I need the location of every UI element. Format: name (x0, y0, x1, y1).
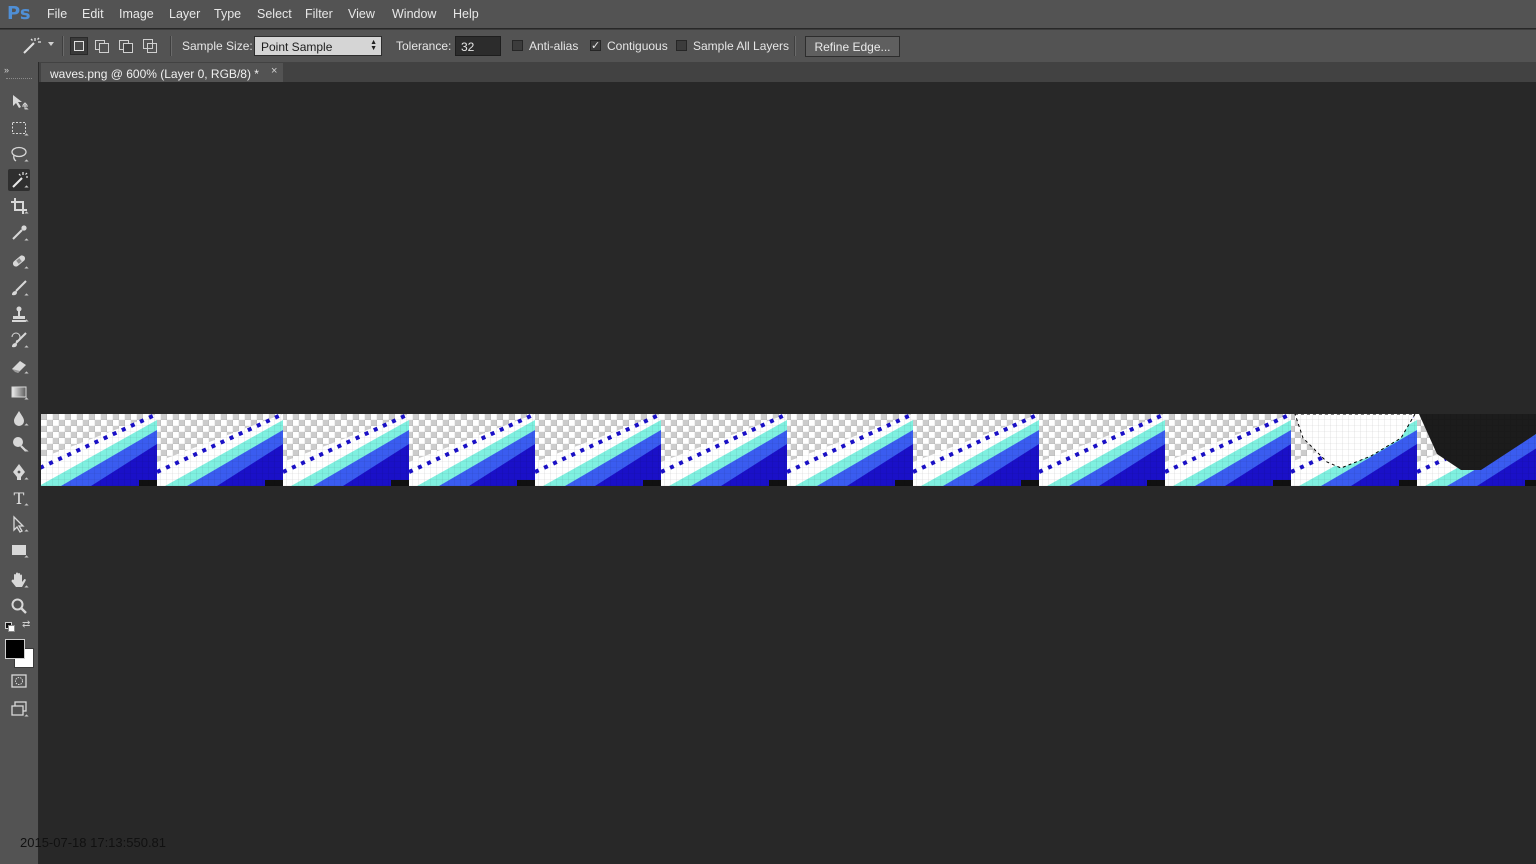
select-arrows-icon: ▲ ▼ (370, 39, 377, 52)
menu-help[interactable]: Help (453, 7, 479, 21)
screen-mode-button[interactable] (8, 698, 30, 720)
tolerance-input[interactable]: 32 (455, 36, 501, 56)
menu-select[interactable]: Select (257, 7, 292, 21)
path-selection-tool[interactable] (8, 513, 30, 535)
magic-wand-tool[interactable] (8, 169, 30, 191)
zoom-tool[interactable] (8, 595, 30, 617)
zoom-icon (11, 598, 27, 614)
rectangle-tool[interactable] (8, 539, 30, 561)
type-icon: T (13, 488, 25, 508)
tolerance-label: Tolerance: (396, 39, 452, 53)
anti-alias-label: Anti-alias (529, 39, 579, 53)
magic-wand-icon (23, 37, 41, 54)
sample-size-value: Point Sample (261, 40, 333, 54)
quick-mask-button[interactable] (8, 670, 30, 692)
tools-panel: » T ⇄ (0, 62, 39, 864)
blur-tool[interactable] (8, 407, 30, 429)
contiguous-checkbox[interactable]: ✓ (590, 40, 601, 52)
menu-edit[interactable]: Edit (82, 7, 104, 21)
contiguous-label: Contiguous (607, 39, 668, 53)
lasso-tool[interactable] (8, 143, 30, 165)
separator (794, 36, 796, 56)
swap-colors-icon[interactable]: ⇄ (22, 619, 30, 630)
pen-tool[interactable] (8, 461, 30, 483)
menu-window[interactable]: Window (392, 7, 436, 21)
separator (62, 36, 64, 56)
collapse-toggle-icon[interactable]: » (4, 65, 9, 75)
timestamp-overlay: 2015-07-18 17:13:550.81 (20, 835, 167, 850)
eyedropper-tool[interactable] (8, 222, 30, 244)
document-image[interactable] (41, 414, 1536, 486)
sample-all-layers-label: Sample All Layers (693, 39, 790, 53)
anti-alias-checkbox[interactable] (512, 40, 523, 51)
document-tab-title: waves.png @ 600% (Layer 0, RGB/8) * (50, 67, 259, 81)
photoshop-logo: Ps (7, 3, 31, 24)
separator (170, 36, 172, 56)
move-tool[interactable] (8, 91, 30, 113)
marquee-tool[interactable] (8, 117, 30, 139)
menu-image[interactable]: Image (119, 7, 154, 21)
menu-type[interactable]: Type (214, 7, 241, 21)
close-icon[interactable]: × (271, 65, 277, 77)
menu-layer[interactable]: Layer (169, 7, 200, 21)
brush-tool[interactable] (8, 277, 30, 299)
intersect-selection-button[interactable] (142, 37, 158, 53)
document-tab-bar: waves.png @ 600% (Layer 0, RGB/8) * × (39, 62, 1536, 83)
dodge-tool[interactable] (8, 433, 30, 455)
menu-file[interactable]: File (47, 7, 67, 21)
gradient-tool[interactable] (8, 381, 30, 403)
chevron-down-icon[interactable] (48, 42, 54, 46)
quick-mask-icon (11, 674, 27, 688)
foreground-color-swatch[interactable] (5, 639, 25, 659)
hand-tool[interactable] (8, 569, 30, 591)
document-tab[interactable]: waves.png @ 600% (Layer 0, RGB/8) * × (41, 63, 283, 82)
add-to-selection-button[interactable] (94, 37, 110, 53)
menu-view[interactable]: View (348, 7, 375, 21)
refine-edge-button[interactable]: Refine Edge... (805, 36, 900, 57)
new-selection-button[interactable] (70, 37, 88, 55)
crop-tool[interactable] (8, 195, 30, 217)
subtract-from-selection-button[interactable] (118, 37, 134, 53)
canvas-area[interactable] (40, 82, 1536, 864)
history-brush-tool[interactable] (8, 329, 30, 351)
default-colors-icon[interactable] (5, 622, 15, 632)
menu-bar: Ps File Edit Image Layer Type Select Fil… (0, 0, 1536, 28)
tool-preset-picker[interactable] (20, 36, 42, 56)
menu-filter[interactable]: Filter (305, 7, 333, 21)
options-bar: Sample Size: Point Sample ▲ ▼ Tolerance: … (0, 29, 1536, 63)
type-tool[interactable]: T (8, 487, 30, 509)
healing-brush-tool[interactable] (8, 250, 30, 272)
sample-size-select[interactable]: Point Sample ▲ ▼ (254, 36, 382, 56)
clone-stamp-tool[interactable] (8, 303, 30, 325)
sample-size-label: Sample Size: (182, 39, 253, 53)
sample-all-layers-checkbox[interactable] (676, 40, 687, 51)
eraser-tool[interactable] (8, 355, 30, 377)
panel-grip[interactable] (6, 78, 32, 81)
